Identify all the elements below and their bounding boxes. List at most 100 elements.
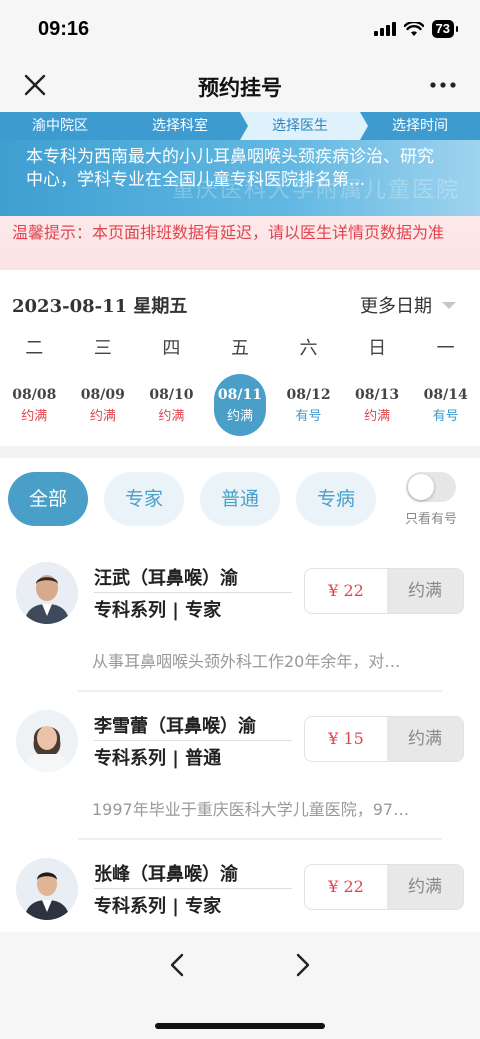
date-cell-selected[interactable]: 08/11 约满 [206,372,275,438]
booking-status: 约满 [387,569,463,613]
browser-toolbar [0,932,480,1039]
back-arrow-icon[interactable] [163,950,193,980]
selected-date: 2023-08-11 星期五 [12,296,188,317]
filter-expert[interactable]: 专家 [104,472,184,526]
date-day: 08/14 [423,386,468,403]
battery-icon: 73 [431,20,459,38]
book-button[interactable]: ¥ 22 约满 [304,864,464,910]
date-day: 08/10 [149,386,194,403]
doctor-fee: ¥ 22 [328,877,364,896]
avatar [16,858,78,920]
doctor-name: 李雪蕾（耳鼻喉）渝 [94,716,256,737]
date-cell[interactable]: 08/10 约满 [137,372,206,438]
divider [78,690,442,692]
doctor-title: 专科系列 | 专家 [94,896,222,917]
step-department[interactable]: 选择科室 [120,112,248,140]
toggle-knob [408,474,434,500]
date-status: 约满 [364,408,391,424]
doctor-fee: ¥ 22 [328,581,364,600]
department-banner: 重庆医科大学附属儿童医院 渝中院区 选择科室 选择医生 选择时间 本专科为西南最… [0,112,480,216]
notice-banner: 温馨提示：本页面排班数据有延迟，请以医生详情页数据为准 [0,216,480,270]
step-arrow-icon [120,112,128,140]
nav-bar: 预约挂号 [0,58,480,112]
step-label: 渝中院区 [32,118,88,134]
date-status: 有号 [432,408,459,424]
booking-status: 约满 [387,865,463,909]
divider [78,838,442,840]
date-status: 约满 [158,408,185,424]
book-button[interactable]: ¥ 22 约满 [304,568,464,614]
weekday-label: 日 [368,338,387,359]
doctor-item[interactable]: 李雪蕾（耳鼻喉）渝 专科系列 | 普通 ¥ 15 约满 1997年毕业于重庆医科… [0,710,480,858]
doctor-name: 张峰（耳鼻喉）渝 [94,864,238,885]
name-underline [94,740,292,741]
date-day: 08/08 [12,386,57,403]
date-status: 约满 [89,408,116,424]
weekday-label: 四 [162,338,181,359]
step-doctor[interactable]: 选择医生 [240,112,368,140]
section-divider [0,446,480,458]
weekday-label: 一 [436,338,455,359]
date-cell[interactable]: 08/13 约满 [343,372,412,438]
doctor-name: 汪武（耳鼻喉）渝 [94,568,238,589]
weekday-row: 二 三 四 五 六 日 一 [0,334,480,360]
date-status: 约满 [226,408,253,424]
doctor-photo-icon [16,562,78,624]
name-underline [94,592,292,593]
caret-down-icon [442,301,456,309]
book-button[interactable]: ¥ 15 约满 [304,716,464,762]
department-intro[interactable]: 本专科为西南最大的小儿耳鼻咽喉头颈疾病诊治、研究中心，学科专业在全国儿童专科医院… [26,146,446,192]
filter-all[interactable]: 全部 [8,472,88,526]
step-label: 选择时间 [392,118,448,134]
toggle-label: 只看有号 [404,512,457,527]
step-arrow-icon [360,112,368,140]
weekday-label: 三 [93,338,112,359]
doctor-title: 专科系列 | 普通 [94,748,222,769]
signal-icon [373,22,396,36]
weekday-label: 二 [25,338,44,359]
booking-status: 约满 [387,717,463,761]
date-day: 08/11 [217,386,262,403]
more-dates-label: 更多日期 [360,296,432,317]
step-campus[interactable]: 渝中院区 [0,112,128,140]
date-cell[interactable]: 08/14 有号 [411,372,480,438]
avatar [16,562,78,624]
doctor-description: 从事耳鼻咽喉头颈外科工作20年余年，对… [92,652,401,671]
page-title: 预约挂号 [198,76,282,100]
date-cell[interactable]: 08/09 约满 [69,372,138,438]
date-day: 08/13 [355,386,400,403]
booking-steps: 渝中院区 选择科室 选择医生 选择时间 [0,112,480,140]
available-only-toggle[interactable]: 只看有号 [400,472,462,527]
doctor-description: 1997年毕业于重庆医科大学儿童医院，97… [92,800,410,819]
wifi-icon [403,21,424,36]
step-time[interactable]: 选择时间 [360,112,480,140]
doctor-title: 专科系列 | 专家 [94,600,222,621]
date-status: 有号 [295,408,322,424]
doctor-photo-icon [16,858,78,920]
step-label: 选择医生 [272,118,328,134]
filter-general[interactable]: 普通 [200,472,280,526]
filter-chips: 全部 专家 普通 专病 [8,472,376,526]
date-cell[interactable]: 08/08 约满 [0,372,69,438]
status-time: 09:16 [38,18,90,40]
more-icon[interactable] [428,70,458,100]
status-icons: 73 [373,20,459,38]
toggle-switch[interactable] [406,472,456,502]
date-status: 约满 [21,408,48,424]
doctor-photo-icon [16,710,78,772]
date-cell[interactable]: 08/12 有号 [274,372,343,438]
doctor-item[interactable]: 汪武（耳鼻喉）渝 专科系列 | 专家 ¥ 22 约满 从事耳鼻咽喉头颈外科工作2… [0,562,480,710]
doctor-fee: ¥ 15 [328,729,364,748]
name-underline [94,888,292,889]
step-label: 选择科室 [152,118,208,134]
forward-arrow-icon[interactable] [287,950,317,980]
weekday-label: 六 [299,338,318,359]
weekday-label: 五 [230,338,249,359]
filter-specialty[interactable]: 专病 [296,472,376,526]
home-indicator[interactable] [155,1023,325,1029]
date-day: 08/12 [286,386,331,403]
status-bar: 09:16 73 [0,0,480,58]
avatar [16,710,78,772]
more-dates-button[interactable]: 更多日期 [360,292,456,318]
step-arrow-icon [240,112,248,140]
